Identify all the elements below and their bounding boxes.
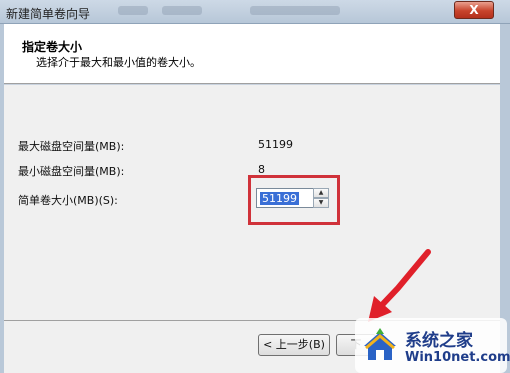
- wizard-header: 指定卷大小 选择介于最大和最小值的卷大小。: [4, 24, 500, 84]
- page-title: 指定卷大小: [22, 40, 83, 54]
- window-title: 新建简单卷向导: [6, 7, 91, 21]
- max-space-value: 51199: [258, 138, 293, 151]
- blurred-background: [250, 6, 340, 15]
- watermark-title: 系统之家: [405, 331, 473, 351]
- highlight-box: [248, 175, 340, 225]
- watermark-url: Win10net.com: [405, 350, 510, 365]
- title-bar: 新建简单卷向导 X: [0, 0, 510, 24]
- min-space-label: 最小磁盘空间量(MB):: [18, 165, 125, 178]
- blurred-background: [162, 6, 202, 15]
- volume-size-label: 简单卷大小(MB)(S):: [18, 194, 118, 207]
- house-logo-icon: [364, 328, 396, 360]
- page-subtitle: 选择介于最大和最小值的卷大小。: [36, 56, 201, 69]
- blurred-background: [118, 6, 148, 15]
- max-space-label: 最大磁盘空间量(MB):: [18, 140, 125, 153]
- close-button[interactable]: X: [454, 1, 494, 19]
- back-button[interactable]: < 上一步(B): [258, 334, 330, 356]
